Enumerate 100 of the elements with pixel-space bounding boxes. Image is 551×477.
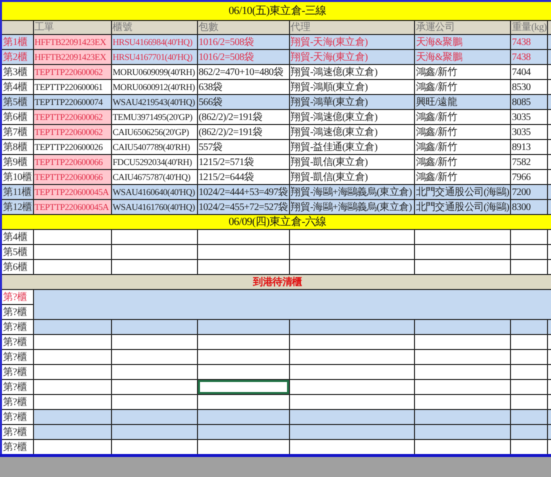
table-cell: TEPTTP220600066 — [33, 154, 112, 170]
table-cell: 北門交通股公司(海鷗) — [414, 184, 510, 200]
table-cell: 翔貿-鴻速億(東立倉) — [289, 110, 414, 124]
table-cell: 翔貿-天海(東立倉) — [289, 50, 414, 64]
table-cell: TEMU3971495(20'GP) — [111, 110, 198, 124]
table-cell: 566袋 — [197, 94, 290, 110]
table-cell: TEPTTP220600045A — [33, 184, 112, 200]
table-cell: 興旺/遠龍 — [414, 94, 510, 110]
table-cell: 7200 — [510, 184, 548, 200]
table-cell: TEPTTP220600074 — [33, 94, 112, 110]
table-cell: 1016/2=508袋 — [197, 34, 290, 50]
table-cell: WSAU4219543(40'HQ) — [111, 94, 198, 110]
table-cell: 1215/2=571袋 — [197, 154, 290, 170]
row-label: 第1櫃 — [1, 34, 34, 50]
row-label: 第?櫃 — [1, 364, 34, 380]
column-header: 重量(kg) — [510, 20, 548, 34]
table-cell — [510, 320, 548, 334]
table-cell: 8913 — [510, 140, 548, 154]
row-label: 第5櫃 — [1, 244, 34, 260]
table-cell: 3035 — [510, 110, 548, 124]
table-cell: 鴻鑫/新竹 — [414, 110, 510, 124]
table-cell: (862/2)/2=191袋 — [197, 110, 290, 124]
table-cell — [510, 230, 548, 244]
table-cell: MORU0609099(40'RH) — [111, 64, 198, 80]
row-label: 第?櫃 — [1, 440, 34, 456]
table-cell — [510, 424, 548, 440]
table-cell: 1024/2=444+53=497袋 — [197, 184, 290, 200]
table-cell — [510, 334, 548, 350]
row-label: 第11櫃 — [1, 184, 34, 200]
row-label: 第?櫃 — [1, 410, 34, 424]
table-cell: 862/2=470+10=480袋 — [197, 64, 290, 80]
table-cell: TEPTTP220600062 — [33, 64, 112, 80]
table-cell: CAIU6506256(20'GP) — [111, 124, 198, 140]
row-label: 第?櫃 — [1, 350, 34, 364]
table-cell: 翔貿-鴻華(東立倉) — [289, 94, 414, 110]
table-cell: 翔貿-海鷗+海鷗義烏(東立倉) — [289, 184, 414, 200]
table-cell: 鴻鑫/新竹 — [414, 140, 510, 154]
table-cell — [1, 20, 34, 34]
table-cell: WSAU4160640(40'HQ) — [111, 184, 198, 200]
column-header: 承運公司 — [414, 20, 510, 34]
table-cell: 翔貿-凱信(東立倉) — [289, 154, 414, 170]
table-cell: 1016/2=508袋 — [197, 50, 290, 64]
row-label: 第7櫃 — [1, 124, 34, 140]
row-label: 第?櫃 — [1, 320, 34, 334]
row-label: 第8櫃 — [1, 140, 34, 154]
row-label: 第4櫃 — [1, 230, 34, 244]
column-header: 代理 — [289, 20, 414, 34]
table-cell — [510, 410, 548, 424]
row-label: 第?櫃 — [1, 380, 34, 394]
table-cell — [510, 380, 548, 394]
table-cell: 北門交通股公司(海鷗) — [414, 200, 510, 214]
table-cell: 8300 — [510, 200, 548, 214]
row-label: 第6櫃 — [1, 110, 34, 124]
table-cell: WSAU4161760(40'HQ) — [111, 200, 198, 214]
table-cell — [510, 350, 548, 364]
table-cell: 7438 — [510, 50, 548, 64]
table-cell: (862/2)/2=191袋 — [197, 124, 290, 140]
table-cell: 7582 — [510, 154, 548, 170]
selected-cell[interactable] — [197, 380, 290, 394]
table-cell: 3035 — [510, 124, 548, 140]
table-cell: FDCU5292034(40'RH) — [111, 154, 198, 170]
table-cell: 鴻鑫/新竹 — [414, 64, 510, 80]
table-cell: 7438 — [510, 34, 548, 50]
row-label: 第?櫃 — [1, 424, 34, 440]
table-cell: 翔貿-海鷗+海鷗義烏(東立倉) — [289, 200, 414, 214]
table-cell: HRSU4167701(40'HQ) — [111, 50, 198, 64]
table-cell: TEPTTP220600045A — [33, 200, 112, 214]
table-cell — [510, 364, 548, 380]
table-cell: 7404 — [510, 64, 548, 80]
column-header: 工單 — [33, 20, 112, 34]
table-cell: 鴻鑫/新竹 — [414, 124, 510, 140]
table-cell: 天海&聚鵬 — [414, 34, 510, 50]
section-banner: 到港待清櫃 — [1, 274, 551, 290]
table-cell: 翔貿-鴻速億(東立倉) — [289, 124, 414, 140]
row-label: 第?櫃 — [1, 394, 34, 410]
row-label: 第2櫃 — [1, 50, 34, 64]
table-cell: 翔貿-益佳通(東立倉) — [289, 140, 414, 154]
table-cell: HFFTB22091423EX — [33, 50, 112, 64]
row-label: 第5櫃 — [1, 94, 34, 110]
table-cell: HFFTB22091423EX — [33, 34, 112, 50]
table-cell: 翔貿-天海(東立倉) — [289, 34, 414, 50]
table-cell: CAIU5407789(40'RH) — [111, 140, 198, 154]
column-header: 包數 — [197, 20, 290, 34]
row-label: 第?櫃 — [1, 304, 34, 320]
row-label: 第?櫃 — [1, 290, 34, 304]
sheet-title: 06/10(五)東立倉-三線 — [1, 1, 551, 20]
table-cell: 8085 — [510, 94, 548, 110]
sheet-title: 06/09(四)東立倉-六線 — [1, 214, 551, 230]
table-cell: 鴻鑫/新竹 — [414, 154, 510, 170]
table-cell: 557袋 — [197, 140, 290, 154]
table-cell: TEPTTP220600062 — [33, 124, 112, 140]
row-label: 第3櫃 — [1, 64, 34, 80]
column-header: 櫃號 — [111, 20, 198, 34]
row-label: 第12櫃 — [1, 200, 34, 214]
table-cell — [510, 244, 548, 260]
table-cell: 1024/2=455+72=527袋 — [197, 200, 290, 214]
table-cell: TEPTTP220600062 — [33, 110, 112, 124]
row-label: 第9櫃 — [1, 154, 34, 170]
table-cell: HRSU4166984(40'HQ) — [111, 34, 198, 50]
table-cell: TEPTTP220600066 — [33, 170, 112, 184]
